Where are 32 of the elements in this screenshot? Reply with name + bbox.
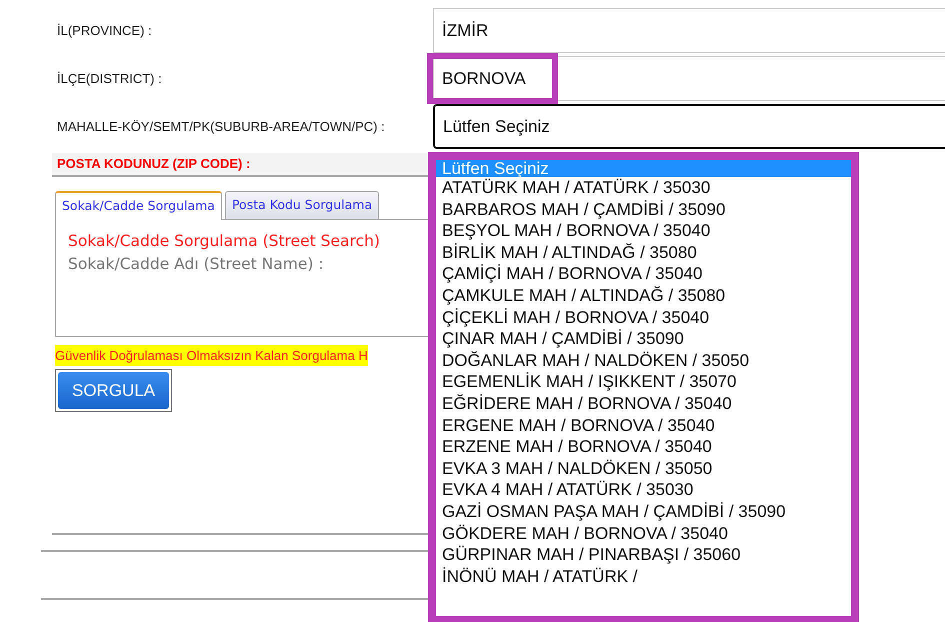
dropdown-option[interactable]: ÇAMİÇİ MAH / BORNOVA / 35040	[436, 263, 851, 285]
dropdown-option[interactable]: GÜRPINAR MAH / PINARBAŞI / 35060	[436, 544, 851, 566]
field-label: İLÇE(DISTRICT) :	[56, 70, 163, 88]
dropdown-option[interactable]: EVKA 3 MAH / NALDÖKEN / 35050	[436, 458, 851, 480]
tab[interactable]: Posta Kodu Sorgulama	[224, 191, 380, 219]
dropdown-option[interactable]: BİRLİK MAH / ALTINDAĞ / 35080	[436, 242, 851, 264]
dropdown-option[interactable]: ERGENE MAH / BORNOVA / 35040	[436, 414, 851, 436]
dropdown-option[interactable]: ÇINAR MAH / ÇAMDİBİ / 35090	[436, 328, 851, 350]
tab[interactable]: Sokak/Cadde Sorgulama	[55, 191, 222, 220]
zip-code-label: POSTA KODUNUZ (ZIP CODE) :	[57, 155, 250, 174]
dropdown-option[interactable]: GAZİ OSMAN PAŞA MAH / ÇAMDİBİ / 35090	[436, 500, 851, 522]
panel-title: Sokak/Cadde Sorgulama (Street Search)	[68, 230, 381, 252]
dropdown-option[interactable]: ÇAMKULE MAH / ALTINDAĞ / 35080	[436, 284, 851, 307]
dropdown-option[interactable]: DOĞANLAR MAH / NALDÖKEN / 35050	[436, 350, 851, 372]
dropdown-option[interactable]: EĞRİDERE MAH / BORNOVA / 35040	[436, 392, 851, 415]
select-field[interactable]: Lütfen Seçiniz	[433, 104, 945, 149]
dropdown-option[interactable]: GÖKDERE MAH / BORNOVA / 35040	[436, 522, 851, 544]
dropdown-option[interactable]: ÇİÇEKLİ MAH / BORNOVA / 35040	[436, 306, 851, 328]
input-field[interactable]: İZMİR	[433, 8, 945, 53]
input-field[interactable]: BORNOVA	[433, 56, 945, 101]
submit-button[interactable]: SORGULA	[58, 372, 170, 410]
dropdown-option[interactable]: İNÖNÜ MAH / ATATÜRK /	[436, 566, 851, 588]
street-name-label: Sokak/Cadde Adı (Street Name) :	[68, 254, 325, 275]
field-label: MAHALLE-KÖY/SEMT/PK(SUBURB-AREA/TOWN/PC) :	[56, 118, 386, 136]
dropdown-option[interactable]: ERZENE MAH / BORNOVA / 35040	[436, 436, 851, 458]
field-label: İL(PROVINCE) :	[56, 22, 153, 40]
notice-text: Güvenlik Doğrulaması Olmaksızın Kalan Sorgulama H	[55, 344, 368, 366]
dropdown-option[interactable]: EVKA 4 MAH / ATATÜRK / 35030	[436, 479, 851, 501]
dropdown-option[interactable]: EGEMENLİK MAH / IŞIKKENT / 35070	[436, 371, 851, 393]
dropdown-option[interactable]: BEŞYOL MAH / BORNOVA / 35040	[436, 220, 851, 242]
dropdown-option[interactable]: ATATÜRK MAH / ATATÜRK / 35030	[436, 177, 851, 199]
dropdown-option[interactable]: BARBAROS MAH / ÇAMDİBİ / 35090	[436, 198, 851, 220]
